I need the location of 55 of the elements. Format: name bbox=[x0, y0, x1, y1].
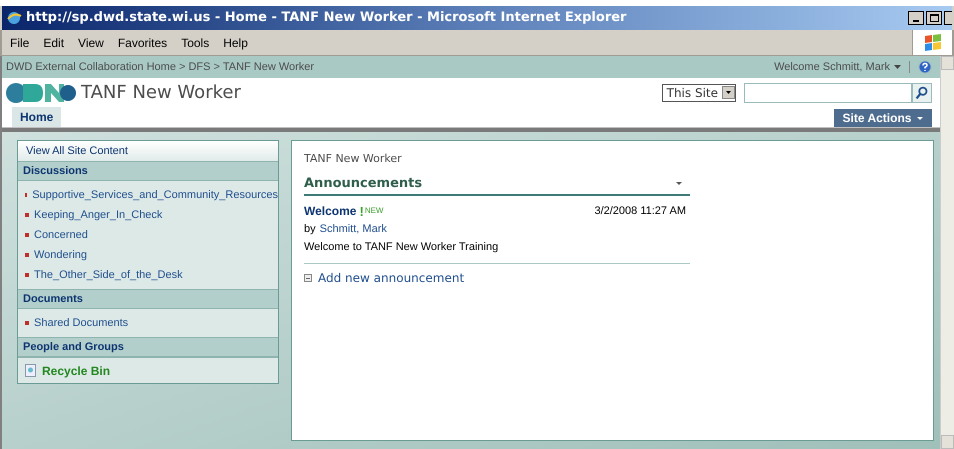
announcement-body: Welcome to TANF New Worker Training bbox=[304, 240, 500, 254]
scrollbar[interactable] bbox=[940, 56, 954, 449]
add-announcement-link[interactable]: Add new announcement bbox=[318, 269, 464, 287]
breadcrumb[interactable]: DWD External Collaboration Home > DFS > TANF New Worker bbox=[6, 58, 314, 76]
windows-logo-icon bbox=[922, 34, 942, 52]
window-title: http://sp.dwd.state.wi.us - Home - TANF New Worker - Microsoft Internet Explorer bbox=[26, 9, 626, 28]
recycle-bin-link[interactable]: Recycle Bin bbox=[42, 362, 110, 380]
add-icon bbox=[304, 274, 312, 282]
menu-item[interactable]: Help bbox=[223, 34, 248, 52]
nav-link[interactable]: The_Other_Side_of_the_Desk bbox=[34, 266, 183, 284]
browser-icon bbox=[6, 10, 22, 26]
announcement-date: 3/2/2008 11:27 AM bbox=[594, 204, 686, 219]
web-part-title[interactable]: Announcements bbox=[304, 174, 422, 193]
menu-item[interactable]: File bbox=[10, 34, 30, 52]
page-title: TANF New Worker bbox=[304, 151, 403, 167]
welcome-menu[interactable]: Welcome Schmitt, Mark bbox=[774, 58, 890, 76]
help-icon[interactable] bbox=[918, 60, 932, 74]
bullet-icon bbox=[25, 233, 29, 237]
search-field[interactable] bbox=[744, 82, 912, 102]
menu-item[interactable]: Tools bbox=[181, 34, 210, 52]
view-all-link[interactable]: View All Site Content bbox=[18, 141, 278, 161]
minimize-button[interactable] bbox=[908, 11, 924, 25]
menu-item[interactable]: View bbox=[78, 34, 104, 52]
nav-link[interactable]: Wondering bbox=[34, 246, 87, 264]
scope-dropdown[interactable]: This Site bbox=[662, 84, 736, 102]
site-title: TANF New Worker bbox=[81, 81, 241, 105]
section-heading[interactable]: Documents bbox=[18, 289, 278, 309]
caret-icon bbox=[917, 116, 924, 120]
new-label: NEW bbox=[364, 205, 384, 217]
bullet-icon bbox=[25, 273, 29, 277]
caret-icon[interactable] bbox=[676, 182, 682, 185]
announcement-title[interactable]: Welcome bbox=[304, 202, 356, 220]
author-link[interactable]: Schmitt, Mark bbox=[320, 221, 387, 238]
recycle-bin-icon bbox=[25, 364, 36, 377]
nav-link[interactable]: Concerned bbox=[34, 226, 88, 244]
section-heading[interactable]: Discussions bbox=[18, 161, 278, 181]
bullet-icon bbox=[25, 253, 29, 257]
nav-tab[interactable]: Home bbox=[12, 107, 62, 127]
by-label: by bbox=[304, 222, 316, 237]
menu-item[interactable]: Edit bbox=[43, 34, 64, 52]
bullet-icon bbox=[25, 213, 29, 217]
menu-item[interactable]: Favorites bbox=[118, 34, 168, 52]
nav-link[interactable]: Keeping_Anger_In_Check bbox=[34, 206, 162, 224]
caret-icon bbox=[722, 86, 735, 99]
nav-link[interactable]: Supportive_Services_and_Community_Resources bbox=[32, 186, 278, 204]
site-actions-button[interactable]: Site Actions bbox=[834, 109, 932, 127]
maximize-button[interactable] bbox=[926, 11, 942, 25]
search-icon[interactable] bbox=[912, 82, 932, 102]
new-mark: ! bbox=[359, 204, 364, 218]
bullet-icon bbox=[25, 321, 29, 325]
bullet-icon bbox=[25, 193, 28, 197]
section-heading[interactable]: People and Groups bbox=[18, 337, 278, 357]
nav-link[interactable]: Shared Documents bbox=[34, 314, 128, 332]
caret-icon bbox=[894, 65, 901, 69]
logo-icon bbox=[5, 82, 77, 104]
